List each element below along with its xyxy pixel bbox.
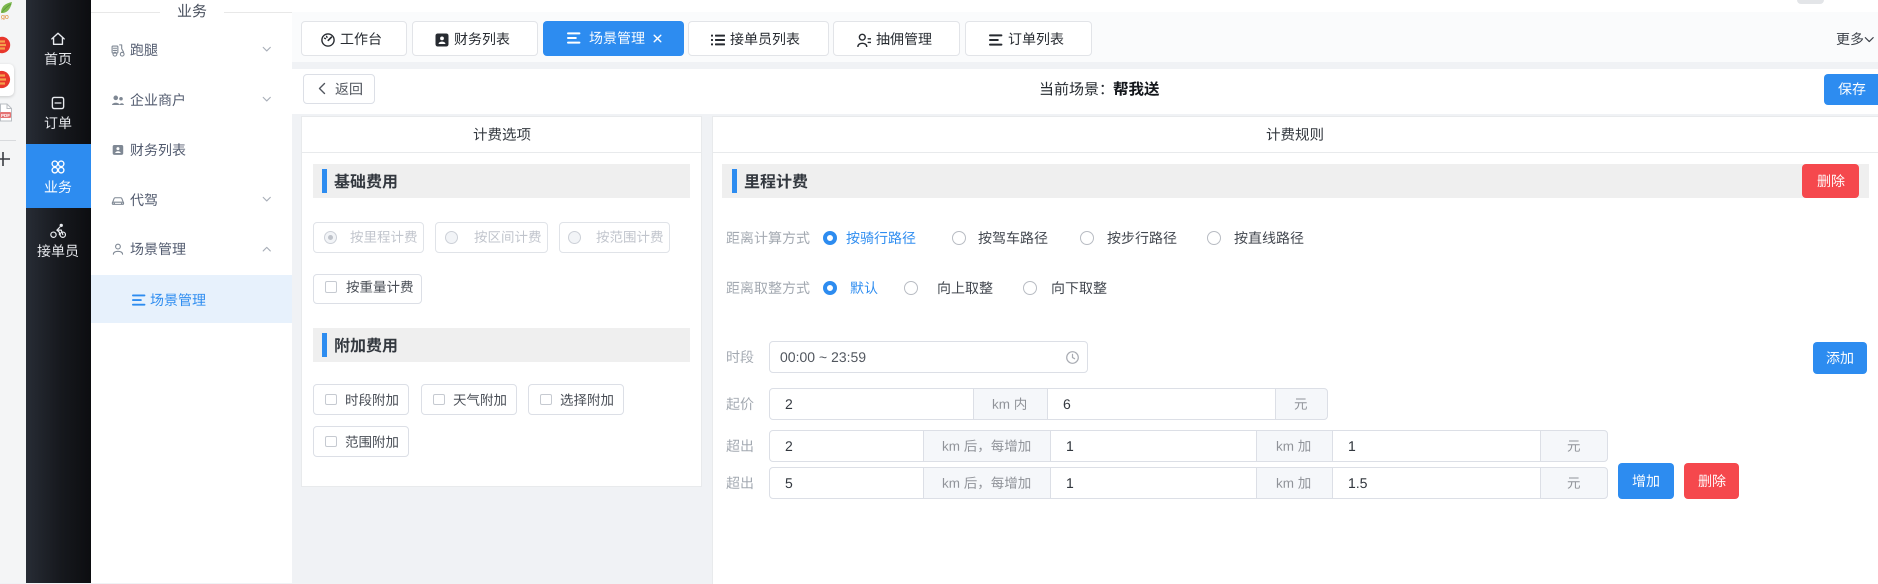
svg-text:PDF: PDF (1, 113, 10, 118)
svg-text:go: go (1, 14, 9, 20)
